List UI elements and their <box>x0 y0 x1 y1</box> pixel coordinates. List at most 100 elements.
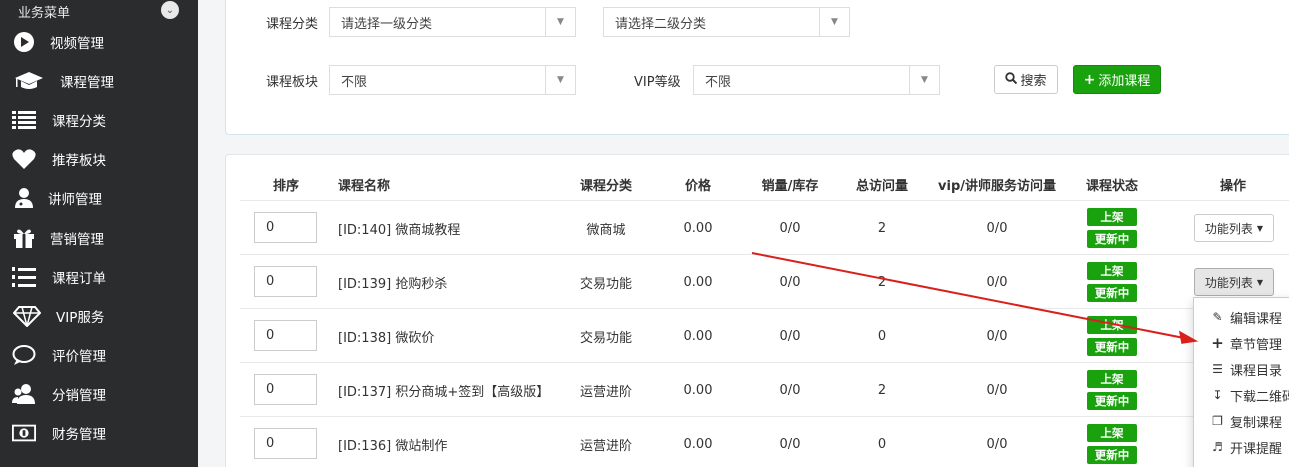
course-name: [ID:137] 积分商城+签到【高级版】 <box>338 384 550 400</box>
search-button[interactable]: 搜索 <box>994 65 1058 94</box>
list-icon <box>12 108 36 132</box>
column-header-actions: 操作 <box>1219 179 1247 194</box>
numbered-list-icon <box>12 265 36 289</box>
plus-icon: + <box>1211 334 1224 352</box>
category1-select[interactable]: 请选择一级分类 ▼ <box>329 7 576 37</box>
gift-icon <box>12 226 36 250</box>
status-badge-updating[interactable]: 更新中 <box>1087 284 1137 302</box>
sidebar-header-label: 业务菜单 <box>18 5 71 21</box>
function-list-button[interactable]: 功能列表 ▼ <box>1194 268 1274 296</box>
course-vip-visits: 0/0 <box>986 436 1008 452</box>
status-badge-updating[interactable]: 更新中 <box>1087 338 1137 356</box>
filter-panel: 课程分类 请选择一级分类 ▼ 请选择二级分类 ▼ 课程板块 不限 ▼ VIP等级… <box>225 0 1289 135</box>
block-select-value: 不限 <box>341 74 368 90</box>
function-list-button[interactable]: 功能列表 ▼ <box>1194 214 1274 242</box>
status-badge-updating[interactable]: 更新中 <box>1087 392 1137 410</box>
course-name: [ID:138] 微砍价 <box>338 330 435 346</box>
course-visits: 2 <box>877 382 887 398</box>
menu-item-chapter-manage[interactable]: + 章节管理 <box>1194 330 1289 356</box>
sidebar-item-label: 视频管理 <box>50 35 104 52</box>
menu-item-label: 编辑课程 <box>1230 311 1283 327</box>
caret-down-icon: ▼ <box>545 66 575 94</box>
copy-icon: ❐ <box>1212 414 1223 428</box>
block-label: 课程板块 <box>266 75 319 90</box>
status-badge-onsale[interactable]: 上架 <box>1087 262 1137 280</box>
table-row: 0 [ID:139] 抢购秒杀 交易功能 0.00 0/0 2 0/0 上架 更… <box>240 254 1289 308</box>
graduation-cap-icon <box>12 69 46 93</box>
sidebar-item-courses[interactable]: 课程管理 <box>0 61 198 100</box>
course-category: 交易功能 <box>579 276 633 292</box>
menu-item-download-qrcode[interactable]: ↧ 下载二维码 <box>1194 382 1289 408</box>
course-sales: 0/0 <box>779 220 801 236</box>
course-price: 0.00 <box>683 436 713 452</box>
course-vip-visits: 0/0 <box>986 382 1008 398</box>
status-badge-onsale[interactable]: 上架 <box>1087 424 1137 442</box>
table-row: 0 [ID:138] 微砍价 交易功能 0.00 0/0 0 0/0 上架 更新… <box>240 308 1289 362</box>
sidebar-item-vip[interactable]: VIP服务 <box>0 296 198 335</box>
caret-down-icon: ▼ <box>819 8 849 36</box>
chevron-down-icon[interactable]: ⌄ <box>161 1 179 19</box>
table-row: 0 [ID:137] 积分商城+签到【高级版】 运营进阶 0.00 0/0 2 … <box>240 362 1289 416</box>
sidebar-item-label: 课程分类 <box>52 113 106 130</box>
add-course-button[interactable]: + 添加课程 <box>1073 65 1161 94</box>
sort-input[interactable]: 0 <box>254 428 317 459</box>
category2-select-value: 请选择二级分类 <box>615 16 707 32</box>
sidebar-item-video[interactable]: 视频管理 <box>0 22 198 61</box>
money-icon <box>12 421 36 445</box>
course-price: 0.00 <box>683 220 713 236</box>
sidebar-item-label: 课程订单 <box>52 270 106 287</box>
course-table: 排序 课程名称 课程分类 价格 销量/库存 总访问量 vip/讲师服务访问量 课… <box>225 154 1289 467</box>
sidebar-item-label: 营销管理 <box>50 231 104 248</box>
caret-down-icon: ▼ <box>1256 223 1264 233</box>
menu-item-class-reminder[interactable]: ♬ 开课提醒 <box>1194 434 1289 460</box>
sort-value: 0 <box>266 382 275 397</box>
sidebar-item-course-category[interactable]: 课程分类 <box>0 100 198 139</box>
sidebar-item-reviews[interactable]: 评价管理 <box>0 336 198 375</box>
sidebar-item-orders[interactable]: 课程订单 <box>0 257 198 296</box>
status-badge-onsale[interactable]: 上架 <box>1087 208 1137 226</box>
sort-input[interactable]: 0 <box>254 212 317 243</box>
sidebar-item-lecturer[interactable]: 讲师管理 <box>0 179 198 218</box>
status-badge-onsale[interactable]: 上架 <box>1087 316 1137 334</box>
course-price: 0.00 <box>683 382 713 398</box>
block-select[interactable]: 不限 ▼ <box>329 65 576 95</box>
course-category: 运营进阶 <box>579 438 633 454</box>
column-header-sales: 销量/库存 <box>761 179 819 194</box>
sidebar-item-finance[interactable]: 财务管理 <box>0 414 198 453</box>
status-badge-updating[interactable]: 更新中 <box>1087 446 1137 464</box>
course-visits: 2 <box>877 274 887 290</box>
sidebar-item-distribution[interactable]: 分销管理 <box>0 375 198 414</box>
column-header-category: 课程分类 <box>579 179 633 194</box>
sort-input[interactable]: 0 <box>254 266 317 297</box>
plus-icon: + <box>1083 71 1096 88</box>
status-badge-onsale[interactable]: 上架 <box>1087 370 1137 388</box>
sort-value: 0 <box>266 220 275 235</box>
menu-item-label: 复制课程 <box>1230 415 1283 431</box>
sort-input[interactable]: 0 <box>254 374 317 405</box>
status-badge-updating[interactable]: 更新中 <box>1087 230 1137 248</box>
category1-select-value: 请选择一级分类 <box>341 16 433 32</box>
sort-input[interactable]: 0 <box>254 320 317 351</box>
sidebar-item-label: VIP服务 <box>56 309 105 326</box>
course-vip-visits: 0/0 <box>986 328 1008 344</box>
course-price: 0.00 <box>683 274 713 290</box>
vip-label: VIP等级 <box>634 75 681 90</box>
course-visits: 0 <box>877 328 887 344</box>
category2-select[interactable]: 请选择二级分类 ▼ <box>603 7 850 37</box>
caret-down-icon: ▼ <box>1256 277 1264 287</box>
vip-select[interactable]: 不限 ▼ <box>693 65 940 95</box>
sidebar-item-marketing[interactable]: 营销管理 <box>0 218 198 257</box>
caret-down-icon: ▼ <box>909 66 939 94</box>
sidebar-item-label: 讲师管理 <box>48 192 102 209</box>
column-header-vip-visits: vip/讲师服务访问量 <box>938 179 1056 194</box>
table-row: 0 [ID:140] 微商城教程 微商城 0.00 0/0 2 0/0 上架 更… <box>240 200 1289 254</box>
column-header-visits: 总访问量 <box>855 179 909 194</box>
sidebar-item-recommend[interactable]: 推荐板块 <box>0 140 198 179</box>
user-doctor-icon <box>12 186 36 210</box>
menu-item-copy-course[interactable]: ❐ 复制课程 <box>1194 408 1289 434</box>
menu-item-course-catalog[interactable]: ☰ 课程目录 <box>1194 356 1289 382</box>
menu-item-label: 下载二维码 <box>1230 389 1289 405</box>
menu-item-edit-course[interactable]: ✎ 编辑课程 <box>1194 304 1289 330</box>
column-header-sort: 排序 <box>272 179 300 194</box>
column-header-price: 价格 <box>684 179 712 194</box>
